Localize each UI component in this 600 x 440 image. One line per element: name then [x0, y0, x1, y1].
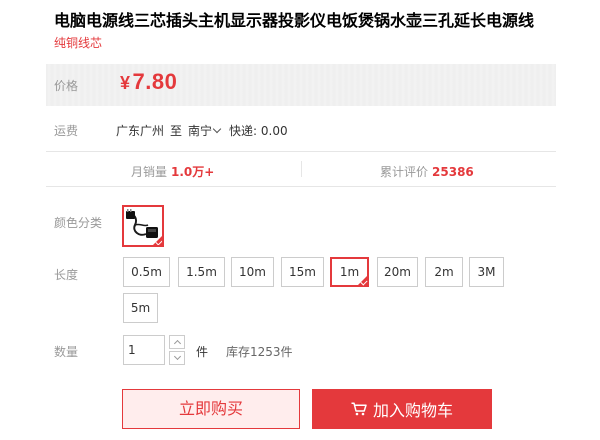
check-corner-icon	[357, 275, 368, 286]
monthly-sales-label: 月销量	[131, 165, 168, 179]
currency-symbol: ¥	[120, 73, 131, 93]
quantity-input[interactable]: 1	[123, 335, 165, 365]
stats-divider	[301, 161, 302, 177]
quantity-label: 数量	[54, 345, 79, 359]
length-option[interactable]: 0.5m	[123, 257, 170, 287]
shipping-info: 广东广州 至 南宁 快递: 0.00	[116, 122, 288, 139]
price-value: ¥7.80	[120, 69, 177, 95]
check-corner-icon	[152, 235, 162, 245]
stock-count: 库存1253件	[226, 345, 293, 359]
shopping-cart-icon	[351, 402, 367, 416]
review-count-label: 累计评价	[380, 165, 429, 179]
price-label: 价格	[54, 79, 79, 93]
quantity-decrease-button[interactable]	[169, 351, 185, 365]
color-option-selected[interactable]	[122, 205, 164, 247]
color-label: 颜色分类	[54, 216, 103, 230]
product-title: 电脑电源线三芯插头主机显示器投影仪电饭煲锅水壶三孔延长电源线	[54, 11, 535, 30]
length-option[interactable]: 2m	[425, 257, 463, 287]
price-bar: 价格 ¥7.80	[46, 64, 556, 106]
length-option[interactable]: 20m	[377, 257, 418, 287]
sales-stats: 月销量 1.0万+ 累计评价 25386	[46, 151, 556, 187]
ship-to-prefix: 至	[170, 124, 183, 138]
ship-from: 广东广州	[116, 124, 165, 138]
product-subtitle: 纯铜线芯	[54, 36, 103, 50]
ship-destination-select[interactable]: 南宁	[188, 122, 223, 139]
buy-now-button[interactable]: 立即购买	[122, 389, 300, 429]
length-option-selected[interactable]: 1m	[330, 257, 369, 287]
delivery-fee: 快递: 0.00	[229, 124, 288, 138]
length-option[interactable]: 1.5m	[178, 257, 225, 287]
length-option[interactable]: 3M	[469, 257, 504, 287]
monthly-sales: 月销量 1.0万+	[131, 163, 214, 180]
length-option[interactable]: 5m	[123, 293, 158, 323]
length-label: 长度	[54, 268, 79, 282]
monthly-sales-value: 1.0万+	[171, 165, 215, 179]
quantity-unit: 件	[196, 345, 209, 359]
chevron-down-icon	[212, 124, 222, 134]
length-option[interactable]: 15m	[281, 257, 324, 287]
review-count[interactable]: 累计评价 25386	[380, 163, 474, 180]
price-amount: 7.80	[132, 69, 178, 94]
quantity-increase-button[interactable]	[169, 335, 185, 349]
add-to-cart-button[interactable]: 加入购物车	[312, 389, 492, 429]
shipping-label: 运费	[54, 124, 79, 138]
ship-destination: 南宁	[188, 124, 213, 138]
add-to-cart-label: 加入购物车	[372, 401, 453, 420]
review-count-value: 25386	[432, 165, 474, 179]
length-option[interactable]: 10m	[231, 257, 274, 287]
